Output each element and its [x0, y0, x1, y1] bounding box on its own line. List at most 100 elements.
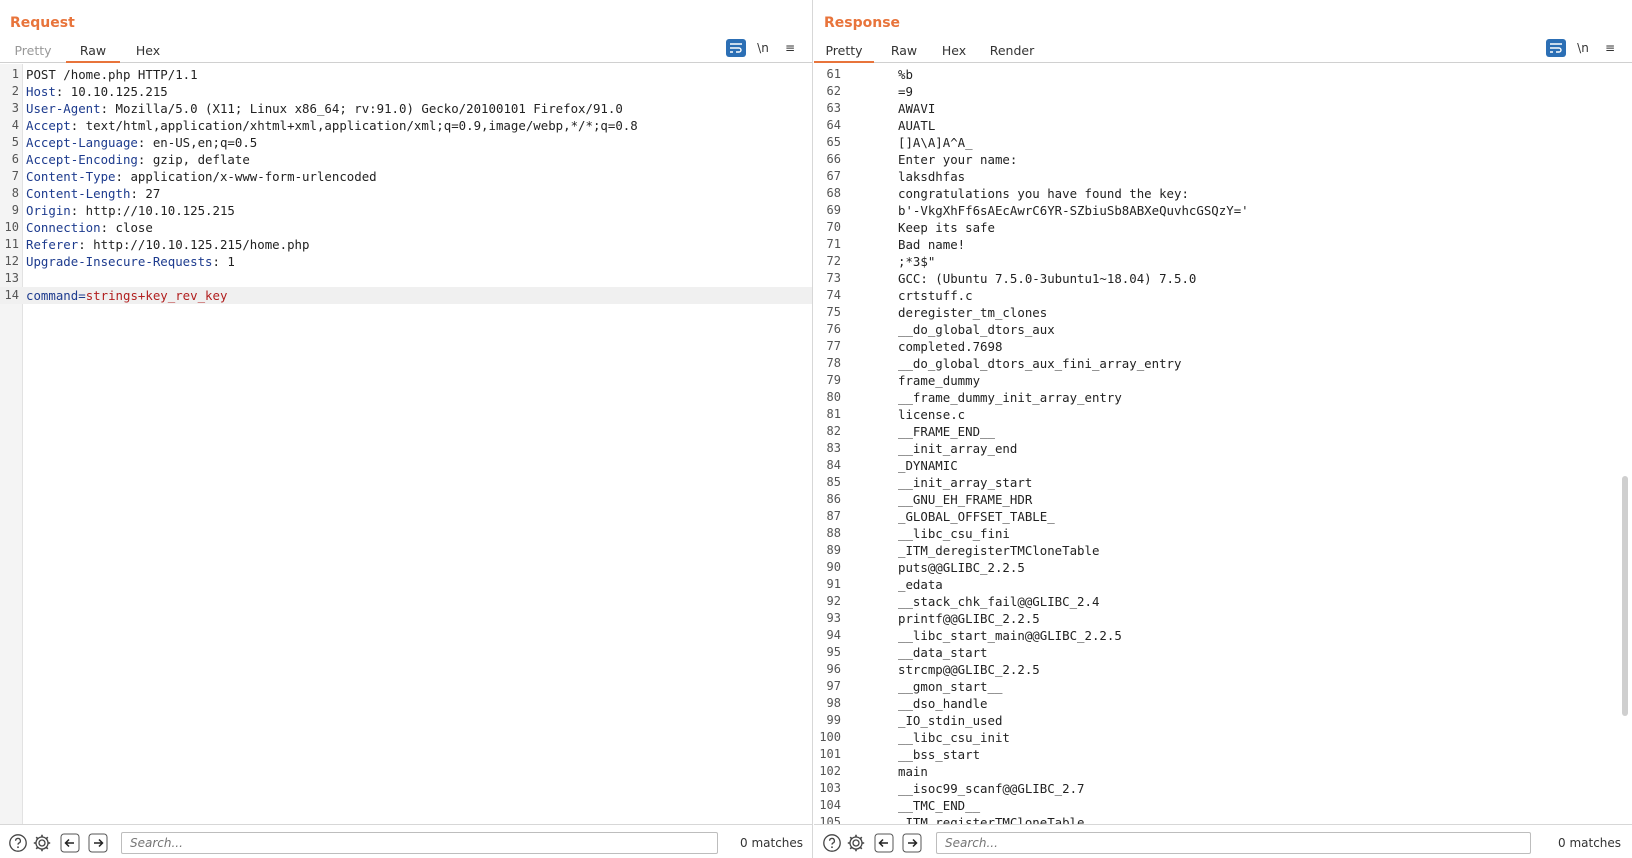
body-param-key: command=	[26, 288, 86, 303]
request-match-count: 0 matches	[740, 836, 804, 850]
response-line: 78 __do_global_dtors_aux_fini_array_entry	[814, 355, 1632, 372]
line-content: Host: 10.10.125.215	[26, 83, 168, 100]
response-line: 86 __GNU_EH_FRAME_HDR	[814, 491, 1632, 508]
line-content: __stack_chk_fail@@GLIBC_2.4	[898, 594, 1100, 609]
response-line: 89 _ITM_deregisterTMCloneTable	[814, 542, 1632, 559]
request-line: 2 Host: 10.10.125.215	[0, 83, 812, 100]
response-tab-pretty[interactable]: Pretty	[814, 38, 874, 63]
response-search-input[interactable]	[936, 832, 1531, 854]
arrow-left-icon[interactable]	[874, 833, 894, 853]
response-line: 101 __bss_start	[814, 746, 1632, 763]
line-number: 96	[826, 662, 841, 676]
arrow-right-icon[interactable]	[88, 833, 108, 853]
header-value: POST /home.php HTTP/1.1	[26, 67, 198, 82]
gear-icon[interactable]	[32, 833, 52, 853]
help-circle-icon[interactable]	[8, 833, 28, 853]
request-pane: Request Pretty Raw Hex \n ≡ 1 POST /home.…	[0, 0, 813, 858]
response-line: 91 _edata	[814, 576, 1632, 593]
line-content: _DYNAMIC	[898, 458, 958, 473]
line-number: 64	[826, 118, 841, 132]
text-wrap-icon[interactable]	[726, 39, 746, 57]
line-content: __init_array_end	[898, 441, 1018, 456]
line-number: 66	[826, 152, 841, 166]
line-content: __bss_start	[898, 747, 981, 762]
header-value: : en-US,en;q=0.5	[137, 135, 258, 150]
header-value: : application/x-www-form-urlencoded	[115, 169, 377, 184]
line-number: 85	[826, 475, 841, 489]
help-circle-icon[interactable]	[822, 833, 842, 853]
line-content: Content-Type: application/x-www-form-url…	[26, 168, 377, 185]
gear-icon[interactable]	[846, 833, 866, 853]
response-line: 73 GCC: (Ubuntu 7.5.0-3ubuntu1~18.04) 7.5…	[814, 270, 1632, 287]
line-content: AWAVI	[898, 101, 936, 116]
response-title: Response	[824, 15, 901, 31]
response-tab-hex[interactable]: Hex	[934, 38, 974, 63]
request-tab-pretty[interactable]: Pretty	[8, 38, 58, 63]
line-content: __TMC_END__	[898, 798, 981, 813]
response-line: 70 Keep its safe	[814, 219, 1632, 236]
line-number: 69	[826, 203, 841, 217]
line-number: 102	[819, 764, 841, 778]
line-content: =9	[898, 84, 913, 99]
response-lines: 61 %b 62 =9 63 AWAVI 64 AUATL 65 []A\A]A^A_ 66 Ente…	[814, 66, 1632, 824]
request-search-input[interactable]	[121, 832, 718, 854]
line-content: Accept-Encoding: gzip, deflate	[26, 151, 250, 168]
line-number: 62	[826, 84, 841, 98]
request-line: 6 Accept-Encoding: gzip, deflate	[0, 151, 812, 168]
line-number: 101	[819, 747, 841, 761]
request-tab-hex[interactable]: Hex	[128, 38, 168, 63]
line-content: frame_dummy	[898, 373, 981, 388]
request-tab-raw[interactable]: Raw	[66, 38, 120, 63]
request-line: 7 Content-Type: application/x-www-form-ur…	[0, 168, 812, 185]
response-tab-raw[interactable]: Raw	[882, 38, 926, 63]
response-scrollbar[interactable]	[1622, 476, 1628, 716]
response-tab-render[interactable]: Render	[982, 38, 1042, 63]
line-number: 86	[826, 492, 841, 506]
header-value: : 27	[130, 186, 161, 201]
line-number: 90	[826, 560, 841, 574]
menu-icon[interactable]: ≡	[1600, 39, 1620, 57]
header-name: Origin	[26, 203, 71, 218]
line-content: command=strings+key_rev_key	[26, 287, 227, 304]
line-number: 74	[826, 288, 841, 302]
header-value: : 1	[212, 254, 235, 269]
line-content: Accept: text/html,application/xhtml+xml,…	[26, 117, 638, 134]
request-footer: 0 matches	[0, 824, 812, 858]
request-editor[interactable]: 1 POST /home.php HTTP/1.1 2 Host: 10.10.125…	[0, 64, 812, 824]
header-name: Host	[26, 84, 56, 99]
response-editor[interactable]: 61 %b 62 =9 63 AWAVI 64 AUATL 65 []A\A]A^A_ 66 Ente…	[814, 64, 1632, 824]
arrow-left-icon[interactable]	[60, 833, 80, 853]
arrow-right-icon[interactable]	[902, 833, 922, 853]
line-content: crtstuff.c	[898, 288, 973, 303]
line-number: 3	[11, 101, 19, 115]
menu-icon[interactable]: ≡	[780, 39, 800, 57]
line-content: __data_start	[898, 645, 988, 660]
response-line: 67 laksdhfas	[814, 168, 1632, 185]
line-content: _ITM_deregisterTMCloneTable	[898, 543, 1100, 558]
line-number: 7	[11, 169, 19, 183]
text-wrap-icon[interactable]	[1546, 39, 1566, 57]
newline-toggle-button[interactable]: \n	[1573, 39, 1593, 57]
line-content: __libc_start_main@@GLIBC_2.2.5	[898, 628, 1122, 643]
line-number: 10	[4, 220, 19, 234]
line-number: 94	[826, 628, 841, 642]
request-line: 5 Accept-Language: en-US,en;q=0.5	[0, 134, 812, 151]
response-match-count: 0 matches	[1558, 836, 1622, 850]
response-footer: 0 matches	[814, 824, 1632, 858]
response-line: 96 strcmp@@GLIBC_2.2.5	[814, 661, 1632, 678]
line-number: 12	[4, 254, 19, 268]
line-content: completed.7698	[898, 339, 1003, 354]
line-number: 84	[826, 458, 841, 472]
response-line: 87 _GLOBAL_OFFSET_TABLE_	[814, 508, 1632, 525]
header-value: : http://10.10.125.215	[70, 203, 235, 218]
request-line: 4 Accept: text/html,application/xhtml+xml…	[0, 117, 812, 134]
line-content: ;*3$"	[898, 254, 936, 269]
response-line: 88 __libc_csu_fini	[814, 525, 1632, 542]
line-content: laksdhfas	[898, 169, 966, 184]
line-content: b'-VkgXhFf6sAEcAwrC6YR-SZbiuSb8ABXeQuvhc…	[898, 203, 1249, 218]
line-number: 65	[826, 135, 841, 149]
newline-toggle-button[interactable]: \n	[753, 39, 773, 57]
response-line: 79 frame_dummy	[814, 372, 1632, 389]
line-content: __GNU_EH_FRAME_HDR	[898, 492, 1033, 507]
line-content: User-Agent: Mozilla/5.0 (X11; Linux x86_…	[26, 100, 623, 117]
